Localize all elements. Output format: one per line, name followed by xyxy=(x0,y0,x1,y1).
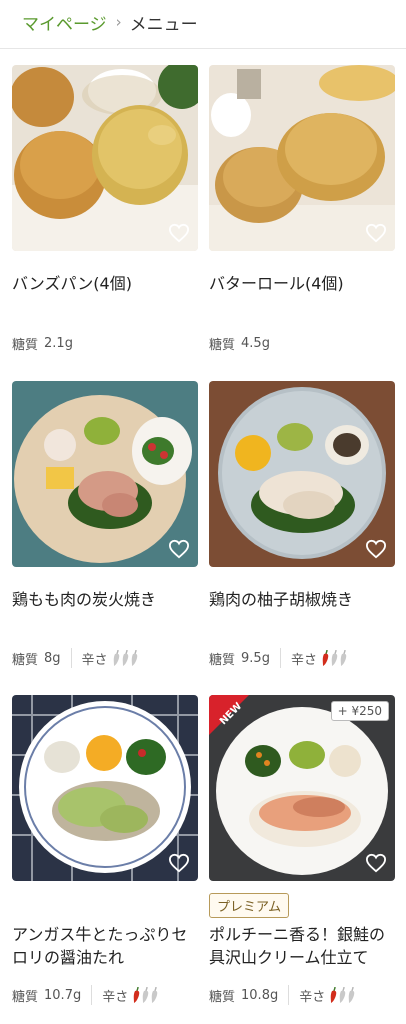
menu-card[interactable]: アンガス牛とたっぷりセロリの醤油たれ 糖質 10.7g 辛さ xyxy=(12,695,198,1005)
menu-name[interactable]: 鶏肉の柚子胡椒焼き xyxy=(209,588,395,611)
menu-card[interactable]: 鶏もも肉の炭火焼き 糖質 8g 辛さ xyxy=(12,381,198,668)
price-badge: + ¥250 xyxy=(330,701,389,721)
heart-icon[interactable] xyxy=(168,853,190,873)
chevron-right-icon: › xyxy=(115,13,122,31)
new-badge: NEW xyxy=(209,695,249,735)
spice-level xyxy=(132,986,159,1004)
spice-level xyxy=(112,649,139,667)
heart-icon[interactable] xyxy=(168,539,190,559)
menu-card[interactable]: 鶏肉の柚子胡椒焼き 糖質 9.5g 辛さ xyxy=(209,381,395,668)
spice-label: 辛さ xyxy=(299,989,326,1005)
menu-image[interactable]: NEW + ¥250 xyxy=(209,695,395,881)
menu-card[interactable]: NEW + ¥250 プレミアム ポルチーニ香る！銀鮭の具沢山クリーム仕立て 糖… xyxy=(209,695,395,1005)
menu-meta: 糖質 2.1g xyxy=(12,332,73,354)
carb-value: 9.5g xyxy=(241,650,270,666)
heart-icon[interactable] xyxy=(365,539,387,559)
carb-label: 糖質 xyxy=(12,652,39,668)
menu-name[interactable]: バターロール(4個) xyxy=(209,272,395,295)
chili-pepper-icon xyxy=(131,649,137,666)
carb-value: 2.1g xyxy=(44,335,73,351)
carb-value: 10.8g xyxy=(241,987,279,1003)
carb-value: 4.5g xyxy=(241,335,270,351)
menu-image[interactable] xyxy=(12,695,198,881)
menu-name[interactable]: 鶏もも肉の炭火焼き xyxy=(12,588,198,611)
chili-pepper-icon xyxy=(151,986,158,1003)
menu-name[interactable]: バンズパン(4個) xyxy=(12,272,198,295)
chili-pepper-icon xyxy=(340,649,347,666)
breadcrumb-current: メニュー xyxy=(129,14,198,35)
menu-name[interactable]: ポルチーニ香る！銀鮭の具沢山クリーム仕立て xyxy=(209,923,395,969)
menu-image[interactable] xyxy=(209,65,395,251)
carb-value: 10.7g xyxy=(44,987,82,1003)
menu-meta: 糖質 9.5g 辛さ xyxy=(209,647,348,669)
menu-image[interactable] xyxy=(12,65,198,251)
spice-label: 辛さ xyxy=(290,652,317,668)
carb-value: 8g xyxy=(44,650,61,666)
carb-label: 糖質 xyxy=(209,652,236,668)
menu-meta: 糖質 10.7g 辛さ xyxy=(12,984,159,1006)
menu-meta: 糖質 4.5g xyxy=(209,332,270,354)
spice-level xyxy=(329,986,356,1004)
heart-icon[interactable] xyxy=(365,853,387,873)
menu-card[interactable]: バターロール(4個) 糖質 4.5g xyxy=(209,65,395,353)
menu-meta: 糖質 8g 辛さ xyxy=(12,647,139,669)
menu-image[interactable] xyxy=(209,381,395,567)
carb-label: 糖質 xyxy=(12,337,39,353)
heart-icon[interactable] xyxy=(168,223,190,243)
menu-card[interactable]: バンズパン(4個) 糖質 2.1g xyxy=(12,65,198,353)
carb-label: 糖質 xyxy=(209,989,236,1005)
premium-badge: プレミアム xyxy=(209,893,290,918)
spice-level xyxy=(321,649,348,667)
spice-label: 辛さ xyxy=(81,652,108,668)
chili-pepper-icon xyxy=(348,986,355,1003)
menu-meta: 糖質 10.8g 辛さ xyxy=(209,984,356,1006)
carb-label: 糖質 xyxy=(12,989,39,1005)
carb-label: 糖質 xyxy=(209,337,236,353)
breadcrumb: マイページ › メニュー xyxy=(22,10,198,35)
menu-name[interactable]: アンガス牛とたっぷりセロリの醤油たれ xyxy=(12,923,198,969)
header-divider xyxy=(0,48,406,49)
menu-image[interactable] xyxy=(12,381,198,567)
breadcrumb-mypage-link[interactable]: マイページ xyxy=(22,10,107,35)
heart-icon[interactable] xyxy=(365,223,387,243)
spice-label: 辛さ xyxy=(102,989,129,1005)
